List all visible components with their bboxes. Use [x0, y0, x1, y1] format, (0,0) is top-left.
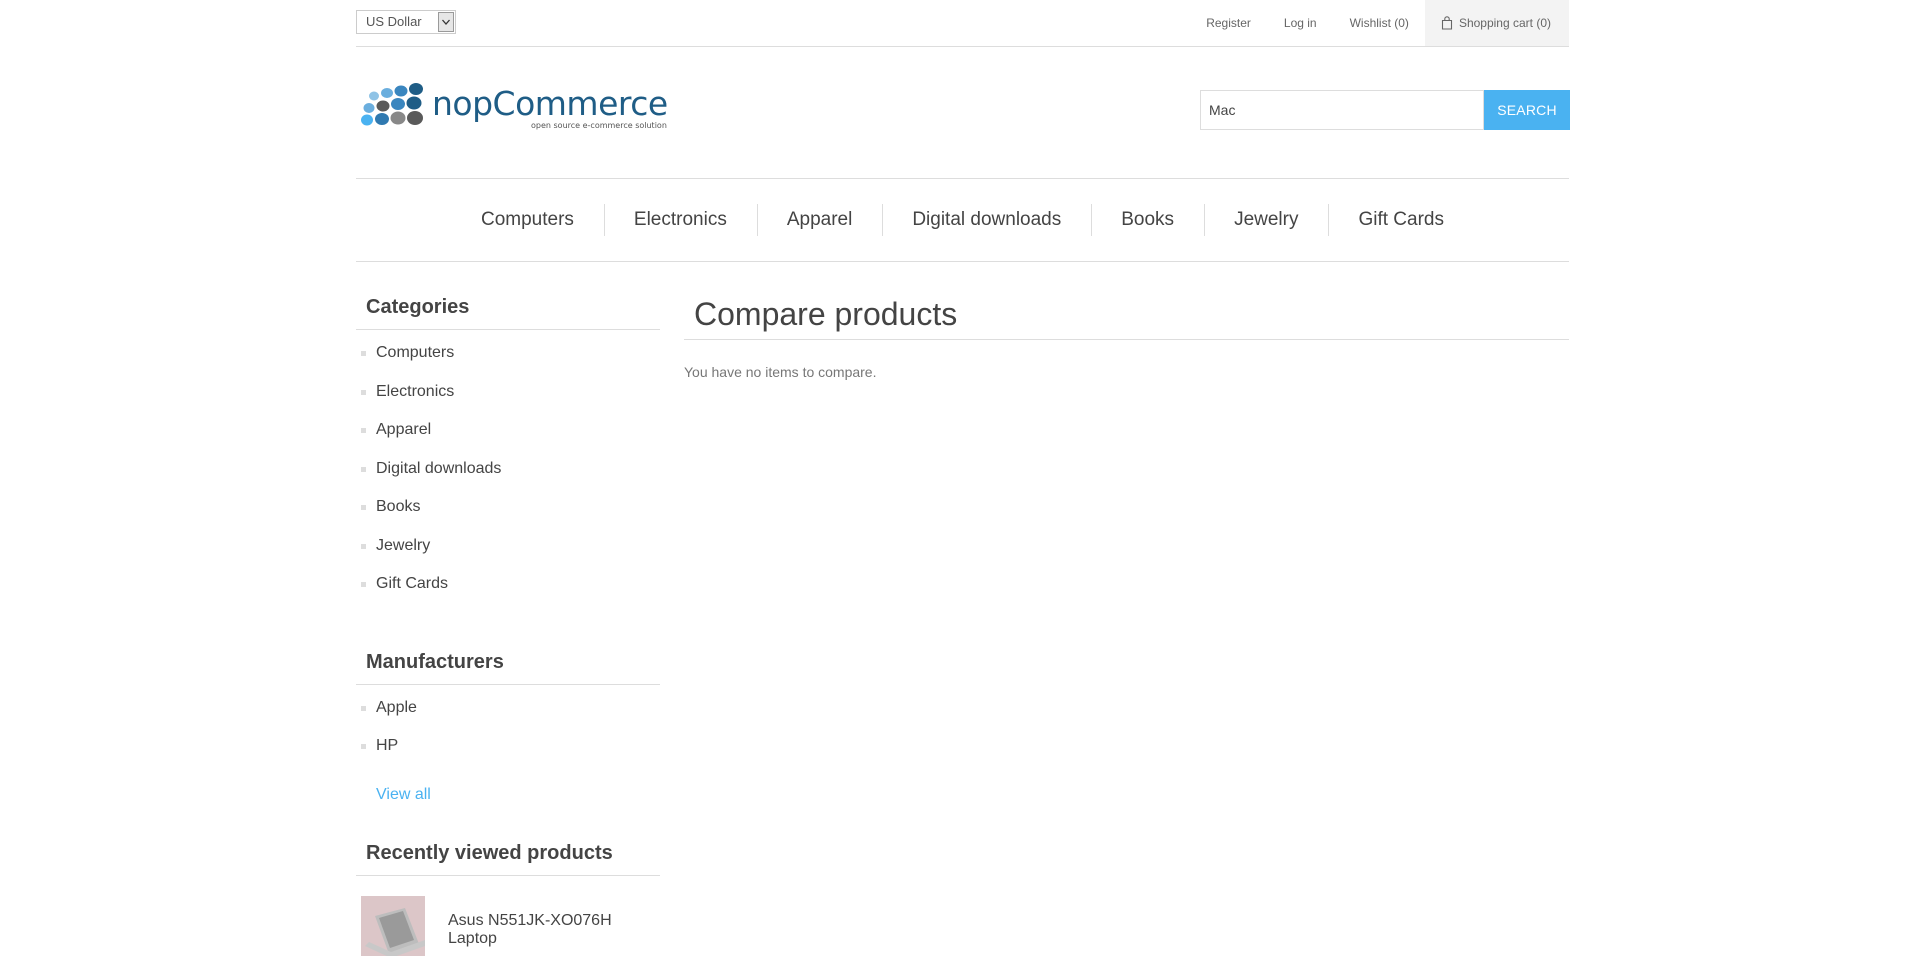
- store-logo[interactable]: nopCommerce open source e-commerce solut…: [358, 82, 674, 134]
- category-item-electronics[interactable]: Electronics: [356, 373, 660, 412]
- recently-viewed-title: Recently viewed products: [356, 842, 660, 876]
- manufacturers-block: Manufacturers Apple HP View all: [356, 651, 660, 804]
- top-menu-item-jewelry[interactable]: Jewelry: [1204, 204, 1328, 236]
- category-item-gift-cards[interactable]: Gift Cards: [356, 565, 660, 604]
- category-item-jewelry[interactable]: Jewelry: [356, 527, 660, 566]
- shopping-cart-link[interactable]: Shopping cart (0): [1424, 0, 1569, 46]
- recently-viewed-block: Recently viewed products Asus N551JK-XO0…: [356, 842, 660, 956]
- side-column: Categories Computers Electronics Apparel…: [356, 296, 660, 956]
- logo-text: nopCommerce: [432, 84, 668, 123]
- top-menu: Computers Electronics Apparel Digital do…: [356, 178, 1569, 262]
- register-link[interactable]: Register: [1206, 16, 1251, 30]
- logo-tagline: open source e-commerce solution: [531, 121, 667, 130]
- category-item-computers[interactable]: Computers: [356, 334, 660, 373]
- category-item-digital-downloads[interactable]: Digital downloads: [356, 450, 660, 489]
- recently-viewed-item[interactable]: Asus N551JK-XO076H Laptop: [356, 895, 660, 956]
- page: US Dollar Register Log in Wishlist (0) S…: [0, 0, 1920, 966]
- search-button[interactable]: SEARCH: [1484, 90, 1570, 130]
- category-item-books[interactable]: Books: [356, 488, 660, 527]
- top-menu-item-gift-cards[interactable]: Gift Cards: [1328, 204, 1474, 236]
- currency-selector[interactable]: US Dollar: [356, 10, 456, 34]
- top-menu-item-books[interactable]: Books: [1091, 204, 1204, 236]
- login-link[interactable]: Log in: [1284, 16, 1317, 30]
- top-menu-item-digital-downloads[interactable]: Digital downloads: [882, 204, 1091, 236]
- logo-dots-icon: [361, 83, 423, 126]
- view-all-manufacturers-link[interactable]: View all: [356, 786, 660, 804]
- top-menu-item-apparel[interactable]: Apparel: [756, 204, 883, 236]
- manufacturer-item-hp[interactable]: HP: [356, 727, 660, 766]
- categories-block: Categories Computers Electronics Apparel…: [356, 296, 660, 604]
- center-column: Compare products You have no items to co…: [684, 296, 1569, 380]
- product-thumbnail[interactable]: [361, 895, 425, 956]
- manufacturer-item-apple[interactable]: Apple: [356, 689, 660, 728]
- recently-viewed-product-name[interactable]: Asus N551JK-XO076H Laptop: [448, 912, 648, 948]
- shopping-bag-icon: [1441, 16, 1452, 30]
- currency-value: US Dollar: [366, 14, 422, 29]
- chevron-down-icon[interactable]: [438, 12, 454, 32]
- page-title: Compare products: [684, 296, 1569, 340]
- manufacturers-title: Manufacturers: [356, 651, 660, 685]
- search-input[interactable]: [1200, 90, 1484, 130]
- categories-title: Categories: [356, 296, 660, 330]
- top-menu-item-computers[interactable]: Computers: [451, 209, 604, 231]
- no-items-message: You have no items to compare.: [684, 364, 877, 380]
- header-upper: US Dollar Register Log in Wishlist (0) S…: [356, 0, 1569, 47]
- category-item-apparel[interactable]: Apparel: [356, 411, 660, 450]
- shopping-cart-label: Shopping cart (0): [1458, 16, 1551, 30]
- header-links: Register Log in Wishlist (0) Shopping ca…: [1173, 0, 1569, 46]
- top-menu-item-electronics[interactable]: Electronics: [603, 204, 757, 236]
- wishlist-link[interactable]: Wishlist (0): [1350, 16, 1409, 30]
